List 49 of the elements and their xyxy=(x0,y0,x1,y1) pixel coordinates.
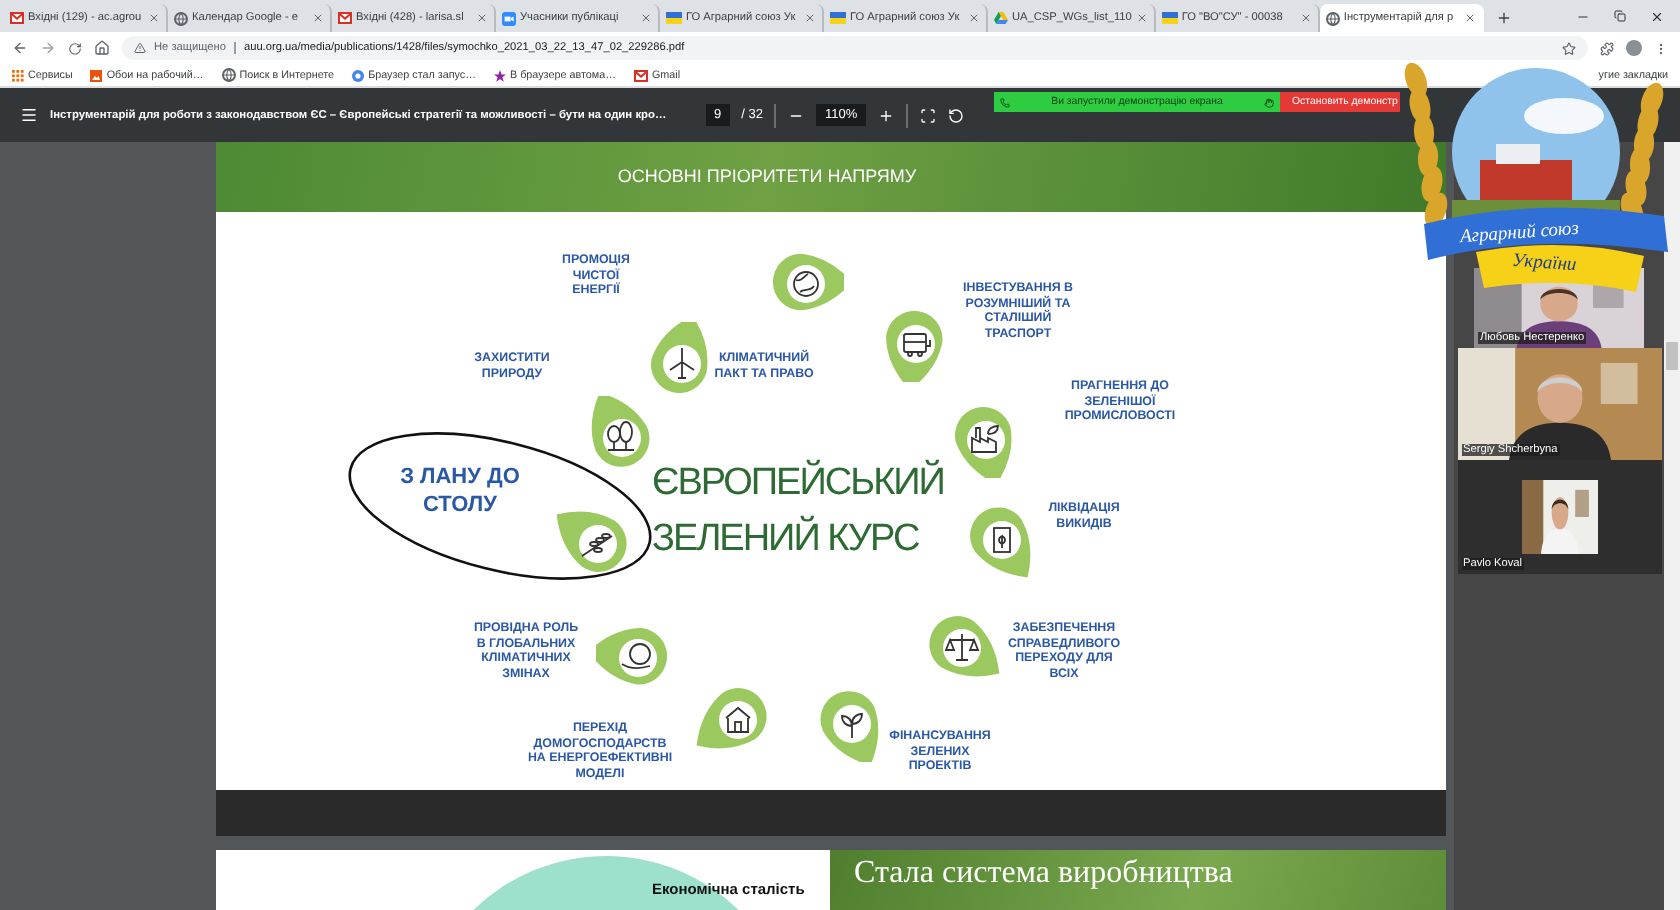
forward-icon[interactable] xyxy=(40,40,56,56)
star-icon[interactable] xyxy=(1562,41,1576,55)
banner-title: Стала система виробництва xyxy=(854,856,1233,891)
mail-icon xyxy=(338,12,352,24)
home-icon[interactable] xyxy=(94,40,110,56)
circle-icon xyxy=(352,69,365,81)
menu-icon[interactable] xyxy=(1654,41,1668,55)
close-icon[interactable] xyxy=(1135,12,1148,24)
slide-title: ЄВРОПЕЙСЬКИЙ ЗЕЛЕНИЙ КУРС xyxy=(652,457,944,564)
close-icon[interactable] xyxy=(804,12,816,24)
close-icon[interactable] xyxy=(1650,9,1664,23)
close-icon[interactable] xyxy=(1463,12,1476,24)
back-icon[interactable] xyxy=(12,40,28,56)
avatar-icon[interactable] xyxy=(1626,40,1642,56)
globe-icon xyxy=(221,68,236,82)
hand-icon[interactable] xyxy=(1264,97,1274,107)
globe-icon xyxy=(1325,11,1340,25)
scrollbar-thumb[interactable] xyxy=(1666,342,1678,370)
flag-icon xyxy=(666,12,682,24)
triangle-icon xyxy=(994,12,1008,24)
mail-icon xyxy=(633,69,648,81)
priority-label: З ЛАНУ ДО СТОЛУ xyxy=(400,464,520,520)
video-camera-icon xyxy=(502,11,516,25)
restore-icon[interactable] xyxy=(1614,10,1626,22)
close-icon[interactable] xyxy=(1299,12,1312,24)
mail-icon xyxy=(10,12,24,24)
logo-text: Аграрний союз xyxy=(1459,219,1580,249)
star-icon xyxy=(494,69,506,81)
close-icon[interactable] xyxy=(148,12,160,24)
menu-icon[interactable] xyxy=(20,106,38,124)
flag-icon xyxy=(830,12,846,24)
warning-icon xyxy=(134,42,146,54)
close-icon[interactable] xyxy=(312,12,324,24)
apps-icon xyxy=(12,69,24,81)
globe-icon xyxy=(174,11,188,25)
new-tab-icon[interactable] xyxy=(1495,10,1512,26)
phone-icon xyxy=(1000,97,1010,107)
close-icon[interactable] xyxy=(640,12,652,24)
reload-icon[interactable] xyxy=(68,41,82,55)
scrollbar[interactable] xyxy=(1664,142,1680,910)
slide-heading: ОСНОВНІ ПРІОРИТЕТИ НАПРЯМУ xyxy=(617,166,917,187)
rotate-icon[interactable] xyxy=(947,107,964,123)
close-icon[interactable] xyxy=(968,12,980,24)
close-icon[interactable] xyxy=(476,12,488,24)
flag-icon xyxy=(1161,12,1178,24)
extensions-icon[interactable] xyxy=(1600,41,1614,55)
image-icon xyxy=(90,69,103,81)
zoom-in-icon[interactable] xyxy=(877,107,894,123)
fit-page-icon[interactable] xyxy=(919,107,936,123)
